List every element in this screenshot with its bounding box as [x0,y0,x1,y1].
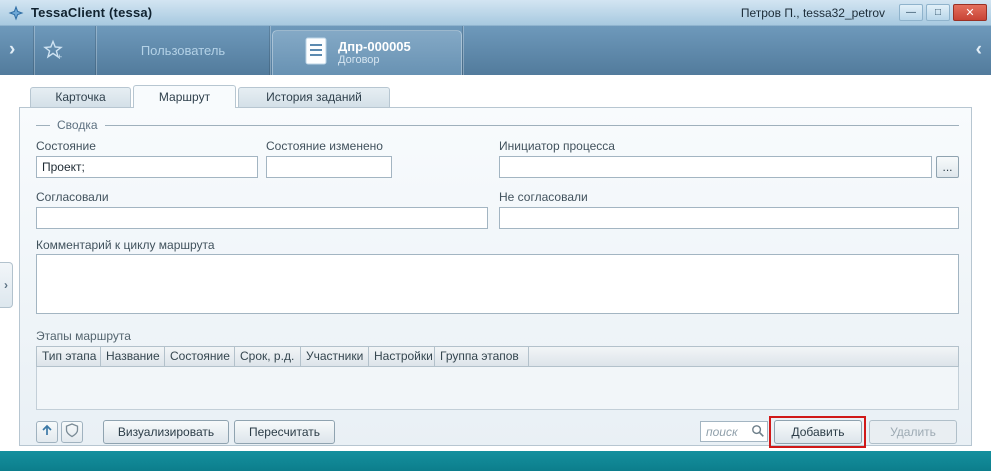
minimize-button[interactable]: — [899,4,923,21]
initiator-input[interactable] [499,156,932,178]
window-controls: — □ ✕ [899,4,987,21]
arrow-up-icon [39,422,55,443]
column-header-participants: Участники [301,347,369,366]
column-header-settings: Настройки [369,347,435,366]
window-title: TessaClient (tessa) [31,5,152,20]
tab-task-history[interactable]: История заданий [238,87,390,107]
document-icon [305,37,327,70]
column-header-name: Название [101,347,165,366]
shield-icon [64,422,80,443]
permissions-button[interactable] [61,421,83,443]
delete-button[interactable]: Удалить [869,420,957,444]
approved-input[interactable] [36,207,488,229]
stages-table-body[interactable] [36,367,959,410]
initiator-browse-button[interactable]: ... [936,156,959,178]
visualize-button[interactable]: Визуализировать [103,420,229,444]
tab-card[interactable]: Карточка [30,87,131,107]
nav-separator [463,26,464,75]
group-divider [36,125,50,126]
document-number: Дпр-000005 [338,39,411,54]
state-label: Состояние [36,139,96,153]
title-bar: TessaClient (tessa) Петров П., tessa32_p… [0,0,991,26]
not-approved-input[interactable] [499,207,959,229]
column-header-deadline: Срок, р.д. [235,347,301,366]
nav-bar: › + Пользователь Дпр-000005 Договор ‹ [0,26,991,75]
current-user-label: Петров П., tessa32_petrov [741,6,885,20]
column-header-state: Состояние [165,347,235,366]
column-header-filler [529,347,958,366]
comment-textarea[interactable] [36,254,959,314]
search-input[interactable] [700,421,768,442]
bottom-bar [0,451,991,471]
not-approved-label: Не согласовали [499,190,588,204]
group-divider [105,125,959,126]
route-tab-panel: Сводка Состояние Состояние изменено Иниц… [19,107,972,446]
column-header-stage-group: Группа этапов [435,347,529,366]
add-button[interactable]: Добавить [774,420,862,444]
move-up-button[interactable] [36,421,58,443]
nav-tab-user[interactable]: Пользователь [97,26,269,75]
nav-tab-document[interactable]: Дпр-000005 Договор [272,30,462,75]
nav-expand-chevron-icon[interactable]: › [9,38,15,62]
maximize-button[interactable]: □ [926,4,950,21]
stages-search-box [700,421,768,442]
state-changed-label: Состояние изменено [266,139,383,153]
initiator-label: Инициатор процесса [499,139,615,153]
summary-group-header: Сводка [36,118,959,132]
column-header-stage-type: Тип этапа [37,347,101,366]
state-changed-input[interactable] [266,156,392,178]
left-panel-expander[interactable]: › [0,262,13,308]
nav-collapse-chevron-icon[interactable]: ‹ [976,38,982,62]
tab-route[interactable]: Маршрут [133,85,236,108]
stages-title: Этапы маршрута [36,329,131,343]
approved-label: Согласовали [36,190,109,204]
favorites-add-icon[interactable]: + [42,39,64,66]
nav-separator [270,26,271,75]
state-input[interactable] [36,156,258,178]
svg-text:+: + [57,52,62,61]
tessa-logo-icon [8,5,24,21]
stages-table-header: Тип этапа Название Состояние Срок, р.д. … [36,346,959,367]
close-button[interactable]: ✕ [953,4,987,21]
document-type: Договор [338,54,411,67]
summary-group-title: Сводка [57,118,98,132]
nav-separator [34,26,35,75]
comment-label: Комментарий к циклу маршрута [36,238,215,252]
recalculate-button[interactable]: Пересчитать [234,420,335,444]
